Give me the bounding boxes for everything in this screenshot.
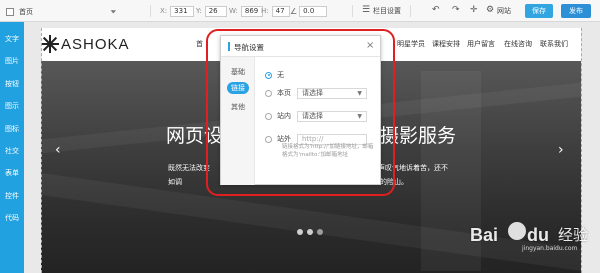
sidebar-item-image[interactable]: 图片 <box>0 56 24 66</box>
sidebar-item-text[interactable]: 文字 <box>0 34 24 44</box>
page-selector-value: 首页 <box>19 7 33 16</box>
editor-toolbar: 首页 ▼ X: 331 Y: 26 W: 869 H: 47 ∠ 0.0 ☰ 栏… <box>0 0 600 22</box>
undo-icon[interactable]: ↶ <box>432 5 440 15</box>
nav-item-star-students[interactable]: 明星学员 <box>397 39 425 49</box>
highlight-annotation <box>206 29 395 196</box>
h-field[interactable]: H: 47 <box>261 5 290 17</box>
slider-dot[interactable] <box>297 229 303 235</box>
baidu-jingyan-watermark: Bai du 经验 jingyan.baidu.com <box>470 216 598 254</box>
slider-dot[interactable] <box>307 229 313 235</box>
rotation-field[interactable]: ∠ 0.0 <box>290 5 328 17</box>
hero-subtitle-line2-left: 如调 <box>168 178 182 186</box>
w-field[interactable]: W: 869 <box>229 5 263 17</box>
slider-next-arrow-icon[interactable]: › <box>558 142 564 158</box>
nav-item-courses[interactable]: 课程安排 <box>432 39 460 49</box>
sidebar-item-button[interactable]: 按钮 <box>0 79 24 89</box>
column-settings-button[interactable]: 栏目设置 <box>373 6 401 16</box>
h-input[interactable]: 47 <box>271 5 290 17</box>
x-field[interactable]: X: 331 <box>160 5 195 17</box>
paw-logo-icon <box>508 222 526 240</box>
component-sidebar: 文字 图片 按钮 图示 图标 社交 表单 控件 代码 <box>0 22 24 273</box>
publish-button[interactable]: 发布 <box>561 4 591 18</box>
logo-text: ASHOKA <box>61 35 130 53</box>
slider-prev-arrow-icon[interactable]: ‹ <box>55 142 61 158</box>
sidebar-item-icon[interactable]: 图标 <box>0 124 24 134</box>
slider-pagination <box>297 229 323 235</box>
nav-item-home[interactable]: 首 <box>196 39 203 49</box>
y-field[interactable]: Y: 26 <box>196 5 227 17</box>
nav-item-contact[interactable]: 联系我们 <box>540 39 568 49</box>
w-input[interactable]: 869 <box>240 5 263 17</box>
sidebar-item-code[interactable]: 代码 <box>0 213 24 223</box>
angle-icon: ∠ <box>290 6 298 16</box>
sidebar-item-diagram[interactable]: 图示 <box>0 101 24 111</box>
site-button[interactable]: 网站 <box>497 6 511 16</box>
site-logo[interactable]: ASHOKA <box>41 33 130 55</box>
column-settings-icon[interactable]: ☰ <box>362 5 370 15</box>
divider <box>352 5 353 17</box>
sidebar-item-social[interactable]: 社交 <box>0 146 24 156</box>
layout-guide-left <box>41 28 42 273</box>
chevron-down-icon: ▼ <box>110 9 116 14</box>
sidebar-item-form[interactable]: 表单 <box>0 168 24 178</box>
site-icon[interactable]: ⚙ <box>486 5 494 15</box>
nav-item-consult[interactable]: 在线咨询 <box>504 39 532 49</box>
nav-item-messages[interactable]: 用户留言 <box>467 39 495 49</box>
page-icon <box>6 7 14 16</box>
x-input[interactable]: 331 <box>170 5 195 17</box>
divider <box>410 5 411 17</box>
redo-icon[interactable]: ↷ <box>452 5 460 15</box>
slider-dot-active[interactable] <box>317 229 323 235</box>
rotation-input[interactable]: 0.0 <box>299 5 328 17</box>
y-input[interactable]: 26 <box>204 5 227 17</box>
crosshair-icon[interactable]: ✛ <box>470 5 478 15</box>
logo-mark-icon <box>41 35 59 53</box>
sidebar-item-control[interactable]: 控件 <box>0 191 24 201</box>
page-selector[interactable]: 首页 ▼ <box>6 5 116 18</box>
divider <box>150 5 151 17</box>
hero-subtitle-line1-left: 既然无法改变 <box>168 164 210 172</box>
save-button[interactable]: 保存 <box>525 4 553 18</box>
